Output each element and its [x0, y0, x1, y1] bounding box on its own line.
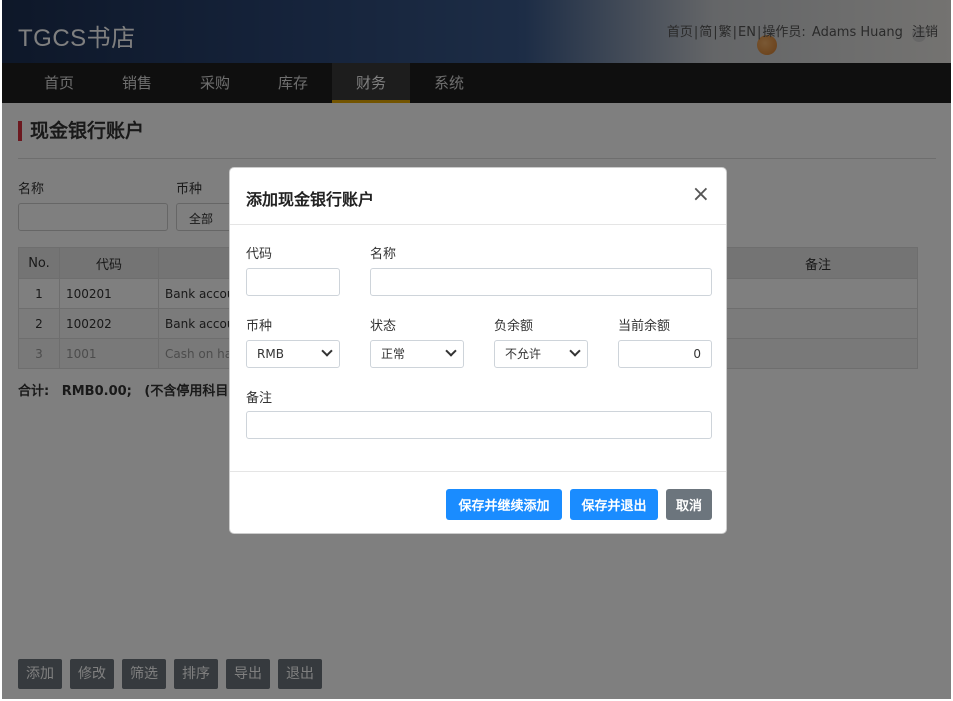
save-exit-button[interactable]: 保存并退出 [570, 489, 658, 520]
chevron-down-icon [321, 345, 333, 357]
dialog-header: 添加现金银行账户 × [230, 168, 726, 225]
close-icon[interactable]: × [692, 184, 710, 206]
code-input[interactable] [246, 268, 340, 296]
status-value: 正常 [381, 347, 406, 361]
dialog-footer: 保存并继续添加 保存并退出 取消 [230, 471, 726, 534]
currency-label: 币种 [246, 319, 273, 334]
negative-balance-select[interactable]: 不允许 [494, 340, 588, 368]
current-balance-input[interactable]: 0 [618, 340, 712, 368]
currency-select[interactable]: RMB [246, 340, 340, 368]
name-input[interactable] [370, 268, 712, 296]
negative-balance-value: 不允许 [505, 347, 542, 361]
cancel-button[interactable]: 取消 [666, 489, 712, 520]
remark-input[interactable] [246, 411, 712, 439]
code-label: 代码 [246, 247, 273, 262]
status-label: 状态 [370, 319, 397, 334]
status-select[interactable]: 正常 [370, 340, 464, 368]
save-continue-button[interactable]: 保存并继续添加 [446, 489, 562, 520]
name-label: 名称 [370, 247, 397, 262]
app-window: TGCS书店 首页|简|繁|EN|操作员: Adams Huang 注销 首页 … [2, 0, 951, 699]
add-account-dialog: 添加现金银行账户 × 代码 名称 币种 RMB 状态 正常 负余额 不允许 当前… [229, 167, 727, 534]
chevron-down-icon [445, 345, 457, 357]
negative-balance-label: 负余额 [494, 319, 534, 334]
remark-label: 备注 [246, 391, 273, 406]
currency-value: RMB [257, 347, 284, 361]
current-balance-label: 当前余额 [618, 319, 671, 334]
dialog-title: 添加现金银行账户 [246, 190, 375, 209]
chevron-down-icon [569, 345, 581, 357]
